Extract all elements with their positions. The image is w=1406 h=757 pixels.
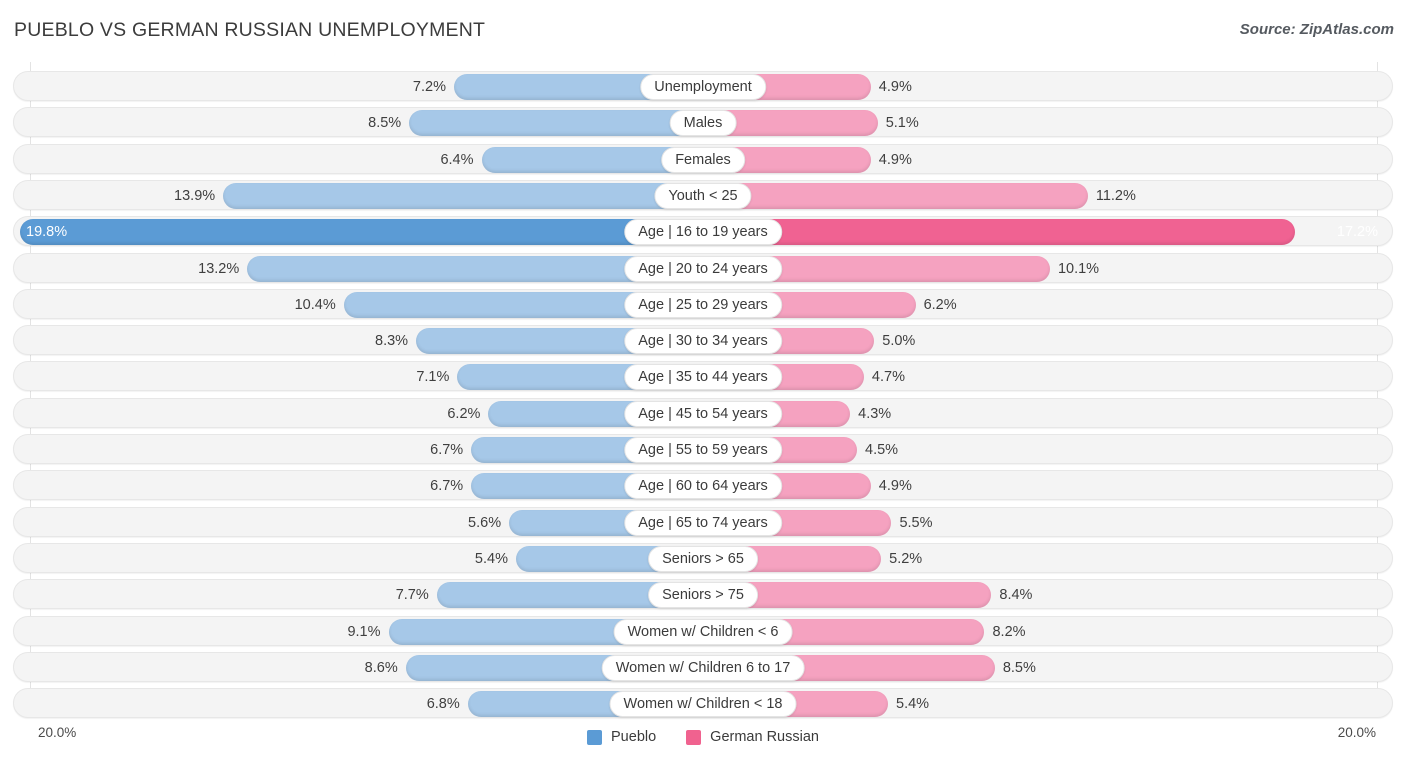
bar-rows-container: 7.2% 4.9% Unemployment 8.5% 5.1% Males 6.4% 4.9… bbox=[0, 62, 1406, 718]
bar-value-pueblo: 13.2% bbox=[198, 254, 239, 284]
bar-value-german-russian: 5.1% bbox=[886, 108, 919, 138]
category-label: Age | 20 to 24 years bbox=[624, 256, 782, 282]
chart-header: PUEBLO VS GERMAN RUSSIAN UNEMPLOYMENT So… bbox=[0, 0, 1406, 60]
bar-row: 6.7% 4.5% Age | 55 to 59 years bbox=[13, 434, 1393, 464]
category-label: Age | 65 to 74 years bbox=[624, 510, 782, 536]
bar-value-german-russian: 4.7% bbox=[872, 362, 905, 392]
category-label: Women w/ Children 6 to 17 bbox=[602, 655, 805, 681]
bar-value-german-russian: 17.2% bbox=[1337, 217, 1378, 247]
source-attribution: Source: ZipAtlas.com bbox=[1240, 21, 1394, 38]
category-label: Unemployment bbox=[640, 74, 766, 100]
legend-swatch-icon-german-russian bbox=[686, 730, 701, 745]
bar-value-pueblo: 7.2% bbox=[413, 72, 446, 102]
bar-row: 7.7% 8.4% Seniors > 75 bbox=[13, 579, 1393, 609]
bar-value-german-russian: 4.5% bbox=[865, 435, 898, 465]
bar-value-pueblo: 19.8% bbox=[26, 217, 67, 247]
category-label: Seniors > 65 bbox=[648, 546, 758, 572]
legend-label-german-russian: German Russian bbox=[710, 729, 819, 745]
bar-value-pueblo: 7.1% bbox=[416, 362, 449, 392]
bar-value-pueblo: 10.4% bbox=[295, 290, 336, 320]
bar-value-pueblo: 5.6% bbox=[468, 508, 501, 538]
bar-german-russian bbox=[702, 219, 1295, 245]
bar-value-german-russian: 8.2% bbox=[992, 617, 1025, 647]
category-label: Women w/ Children < 18 bbox=[610, 691, 797, 717]
bar-pueblo bbox=[409, 110, 702, 136]
category-label: Females bbox=[661, 147, 745, 173]
legend-item-german-russian[interactable]: German Russian bbox=[686, 729, 819, 745]
bar-german-russian bbox=[702, 183, 1088, 209]
chart-page: PUEBLO VS GERMAN RUSSIAN UNEMPLOYMENT So… bbox=[0, 0, 1406, 757]
bar-row: 6.7% 4.9% Age | 60 to 64 years bbox=[13, 470, 1393, 500]
bar-value-pueblo: 6.7% bbox=[430, 435, 463, 465]
legend-swatch-icon-pueblo bbox=[587, 730, 602, 745]
bar-value-pueblo: 8.3% bbox=[375, 326, 408, 356]
bar-value-pueblo: 6.4% bbox=[440, 145, 473, 175]
category-label: Age | 35 to 44 years bbox=[624, 364, 782, 390]
category-label: Age | 60 to 64 years bbox=[624, 473, 782, 499]
bar-value-german-russian: 4.9% bbox=[879, 471, 912, 501]
bar-value-german-russian: 4.9% bbox=[879, 72, 912, 102]
bar-row: 5.6% 5.5% Age | 65 to 74 years bbox=[13, 507, 1393, 537]
bar-row: 10.4% 6.2% Age | 25 to 29 years bbox=[13, 289, 1393, 319]
category-label: Age | 16 to 19 years bbox=[624, 219, 782, 245]
bar-value-pueblo: 9.1% bbox=[347, 617, 380, 647]
bar-pueblo bbox=[223, 183, 702, 209]
bar-row: 6.2% 4.3% Age | 45 to 54 years bbox=[13, 398, 1393, 428]
page-title: PUEBLO VS GERMAN RUSSIAN UNEMPLOYMENT bbox=[14, 19, 485, 42]
legend-item-pueblo[interactable]: Pueblo bbox=[587, 729, 656, 745]
bar-value-german-russian: 5.5% bbox=[899, 508, 932, 538]
bar-row: 19.8% 17.2% Age | 16 to 19 years bbox=[13, 216, 1393, 246]
category-label: Age | 30 to 34 years bbox=[624, 328, 782, 354]
bar-row: 6.8% 5.4% Women w/ Children < 18 bbox=[13, 688, 1393, 718]
bar-row: 5.4% 5.2% Seniors > 65 bbox=[13, 543, 1393, 573]
bar-row: 13.9% 11.2% Youth < 25 bbox=[13, 180, 1393, 210]
bar-value-german-russian: 4.9% bbox=[879, 145, 912, 175]
bar-value-pueblo: 6.8% bbox=[427, 689, 460, 719]
bar-value-german-russian: 4.3% bbox=[858, 399, 891, 429]
bar-value-german-russian: 5.0% bbox=[882, 326, 915, 356]
bar-row: 7.1% 4.7% Age | 35 to 44 years bbox=[13, 361, 1393, 391]
bar-value-german-russian: 8.5% bbox=[1003, 653, 1036, 683]
legend-label-pueblo: Pueblo bbox=[611, 729, 656, 745]
category-label: Youth < 25 bbox=[654, 183, 751, 209]
bar-value-pueblo: 8.5% bbox=[368, 108, 401, 138]
chart-legend: Pueblo German Russian bbox=[0, 729, 1406, 745]
category-label: Seniors > 75 bbox=[648, 582, 758, 608]
category-label: Women w/ Children < 6 bbox=[614, 619, 793, 645]
bar-value-german-russian: 11.2% bbox=[1096, 181, 1136, 211]
chart-plot-area: 7.2% 4.9% Unemployment 8.5% 5.1% Males 6.4% 4.9… bbox=[0, 62, 1406, 718]
bar-value-german-russian: 6.2% bbox=[924, 290, 957, 320]
bar-row: 8.3% 5.0% Age | 30 to 34 years bbox=[13, 325, 1393, 355]
bar-value-german-russian: 10.1% bbox=[1058, 254, 1099, 284]
bar-value-german-russian: 5.4% bbox=[896, 689, 929, 719]
bar-value-german-russian: 8.4% bbox=[999, 580, 1032, 610]
category-label: Age | 25 to 29 years bbox=[624, 292, 782, 318]
bar-row: 9.1% 8.2% Women w/ Children < 6 bbox=[13, 616, 1393, 646]
bar-row: 13.2% 10.1% Age | 20 to 24 years bbox=[13, 253, 1393, 283]
bar-value-pueblo: 6.2% bbox=[447, 399, 480, 429]
bar-row: 6.4% 4.9% Females bbox=[13, 144, 1393, 174]
category-label: Age | 45 to 54 years bbox=[624, 401, 782, 427]
bar-value-pueblo: 7.7% bbox=[396, 580, 429, 610]
bar-row: 8.5% 5.1% Males bbox=[13, 107, 1393, 137]
category-label: Age | 55 to 59 years bbox=[624, 437, 782, 463]
bar-pueblo bbox=[20, 219, 702, 245]
bar-value-pueblo: 5.4% bbox=[475, 544, 508, 574]
bar-value-pueblo: 8.6% bbox=[365, 653, 398, 683]
bar-row: 8.6% 8.5% Women w/ Children 6 to 17 bbox=[13, 652, 1393, 682]
bar-row: 7.2% 4.9% Unemployment bbox=[13, 71, 1393, 101]
bar-value-german-russian: 5.2% bbox=[889, 544, 922, 574]
category-label: Males bbox=[670, 110, 737, 136]
bar-value-pueblo: 13.9% bbox=[174, 181, 215, 211]
bar-value-pueblo: 6.7% bbox=[430, 471, 463, 501]
